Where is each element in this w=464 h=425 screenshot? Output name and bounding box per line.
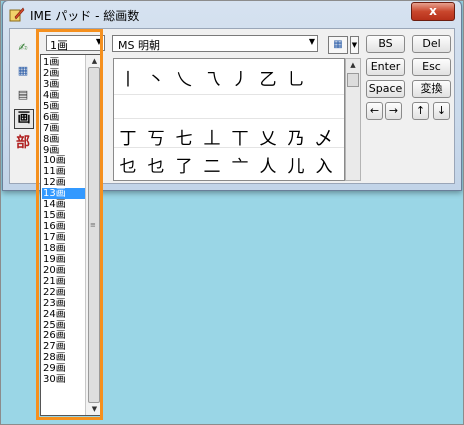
scroll-down-icon[interactable]: ▼ <box>86 403 102 415</box>
stroke-count-option[interactable]: 2画 <box>42 68 88 79</box>
scroll-thumb[interactable]: ≡ <box>88 67 100 403</box>
character-cell[interactable]: 乁 <box>200 65 224 90</box>
stroke-count-option[interactable]: 19画 <box>42 254 88 265</box>
close-button[interactable]: x <box>411 2 455 21</box>
stroke-count-option[interactable]: 27画 <box>42 341 88 352</box>
left-arrow-button[interactable]: ← <box>366 102 383 120</box>
stroke-count-option[interactable]: 24画 <box>42 309 88 320</box>
character-cell[interactable]: 丿 <box>228 65 252 90</box>
stroke-count-option[interactable]: 5画 <box>42 101 88 112</box>
chevron-down-icon: ▼ <box>351 41 358 49</box>
row-divider <box>114 147 344 148</box>
stroke-count-tool-icon[interactable]: 画 <box>14 109 34 129</box>
character-cell[interactable]: 丅 <box>228 124 252 149</box>
character-cell[interactable]: 丶 <box>144 65 168 90</box>
stroke-count-option[interactable]: 12画 <box>42 177 88 188</box>
stroke-count-option[interactable]: 18画 <box>42 243 88 254</box>
character-cell[interactable]: 丁 <box>116 124 140 149</box>
bs-button[interactable]: BS <box>366 35 405 53</box>
down-arrow-button[interactable]: ↓ <box>433 102 450 120</box>
character-grid-scrollbar[interactable]: ▲ <box>345 58 361 181</box>
character-cell[interactable]: 儿 <box>284 152 308 177</box>
character-cell[interactable]: 丂 <box>144 124 168 149</box>
character-cell[interactable]: 乀 <box>172 65 196 90</box>
character-cell[interactable]: 了 <box>172 152 196 177</box>
character-cell[interactable]: 入 <box>312 152 336 177</box>
stroke-count-option[interactable]: 29画 <box>42 363 88 374</box>
character-cell[interactable]: 乜 <box>144 152 168 177</box>
handwriting-tool-icon[interactable]: ✍ <box>14 39 32 57</box>
stroke-count-option[interactable]: 10画 <box>42 155 88 166</box>
esc-button[interactable]: Esc <box>412 58 451 76</box>
stroke-count-option[interactable]: 23画 <box>42 298 88 309</box>
stroke-count-option[interactable]: 22画 <box>42 287 88 298</box>
character-grid[interactable]: 丨丶乀乁丿乙乚 丁丂七丄丅乂乃乄 乜乜了二亠人儿入 <box>113 58 345 181</box>
character-cell[interactable]: 乄 <box>312 124 336 149</box>
enter-button[interactable]: Enter <box>366 58 405 76</box>
convert-button[interactable]: 変換 <box>412 80 451 98</box>
stroke-count-option[interactable]: 4画 <box>42 90 88 101</box>
character-cell[interactable]: 丄 <box>200 124 224 149</box>
stroke-count-option[interactable]: 7画 <box>42 123 88 134</box>
radical-tool-icon[interactable]: 部 <box>14 134 32 152</box>
right-arrow-button[interactable]: → <box>385 102 402 120</box>
window-title: IME パッド - 総画数 <box>30 9 140 23</box>
dropdown-scrollbar[interactable]: ▲ ≡ ▼ <box>85 55 102 415</box>
character-cell[interactable]: 乂 <box>256 124 280 149</box>
character-cell[interactable]: 七 <box>172 124 196 149</box>
stroke-count-option[interactable]: 17画 <box>42 232 88 243</box>
row-divider <box>114 118 344 119</box>
scroll-up-icon[interactable]: ▲ <box>86 55 102 67</box>
stroke-count-option[interactable]: 8画 <box>42 134 88 145</box>
row-divider <box>114 94 344 95</box>
chevron-down-icon[interactable]: ▼ <box>96 37 102 46</box>
up-arrow-button[interactable]: ↑ <box>412 102 429 120</box>
stroke-count-option[interactable]: 30画 <box>42 374 88 385</box>
stroke-count-option[interactable]: 9画 <box>42 145 88 156</box>
stroke-count-option[interactable]: 26画 <box>42 330 88 341</box>
ime-pad-app-icon <box>9 7 25 22</box>
stroke-count-option[interactable]: 13画 <box>42 188 88 200</box>
del-button[interactable]: Del <box>412 35 451 53</box>
scroll-thumb[interactable] <box>347 73 359 87</box>
char-list-tool-icon[interactable]: ▦ <box>14 62 32 80</box>
character-cell[interactable]: 乚 <box>284 65 308 90</box>
grid-view-icon: ▦ <box>333 39 343 50</box>
scroll-up-icon[interactable]: ▲ <box>346 59 360 72</box>
stroke-count-dropdown-list[interactable]: 1画 2画 3画 4画 5画 6画 7画 8画 9画 10画 11画 12画 13画 14画 15画 16画 1… <box>40 54 103 416</box>
stroke-count-options: 1画 2画 3画 4画 5画 6画 7画 8画 9画 10画 11画 12画 13画 14画 15画 16画 1… <box>42 57 88 385</box>
view-mode-dropdown[interactable]: ▼ <box>350 36 359 54</box>
stroke-count-option[interactable]: 14画 <box>42 199 88 210</box>
stroke-count-option[interactable]: 6画 <box>42 112 88 123</box>
font-select-value: MS 明朝 <box>118 39 160 52</box>
stroke-count-option[interactable]: 25画 <box>42 320 88 331</box>
stroke-count-value: 1画 <box>50 39 68 52</box>
character-cell[interactable]: 乃 <box>284 124 308 149</box>
stroke-count-option[interactable]: 11画 <box>42 166 88 177</box>
character-cell[interactable]: 乜 <box>116 152 140 177</box>
character-cell[interactable]: 人 <box>256 152 280 177</box>
stroke-count-option[interactable]: 1画 <box>42 57 88 68</box>
character-cell[interactable]: 二 <box>200 152 224 177</box>
chevron-down-icon[interactable]: ▼ <box>309 37 315 46</box>
soft-keyboard-tool-icon[interactable]: ▤ <box>14 86 32 104</box>
stroke-count-select[interactable]: 1画 ▼ <box>46 35 105 52</box>
scroll-grip-icon: ≡ <box>90 221 96 229</box>
stroke-count-option[interactable]: 3画 <box>42 79 88 90</box>
character-cell[interactable]: 亠 <box>228 152 252 177</box>
character-cell[interactable]: 丨 <box>116 65 140 90</box>
font-select[interactable]: MS 明朝 ▼ <box>112 35 318 52</box>
stroke-count-option[interactable]: 15画 <box>42 210 88 221</box>
title-bar[interactable]: IME パッド - 総画数 x <box>3 1 461 27</box>
character-cell[interactable]: 乙 <box>256 65 280 90</box>
close-icon: x <box>429 4 437 18</box>
view-mode-button[interactable]: ▦ <box>328 36 348 54</box>
stroke-count-option[interactable]: 20画 <box>42 265 88 276</box>
space-button[interactable]: Space <box>366 80 405 98</box>
stroke-count-option[interactable]: 21画 <box>42 276 88 287</box>
stroke-count-option[interactable]: 16画 <box>42 221 88 232</box>
stroke-count-option[interactable]: 28画 <box>42 352 88 363</box>
